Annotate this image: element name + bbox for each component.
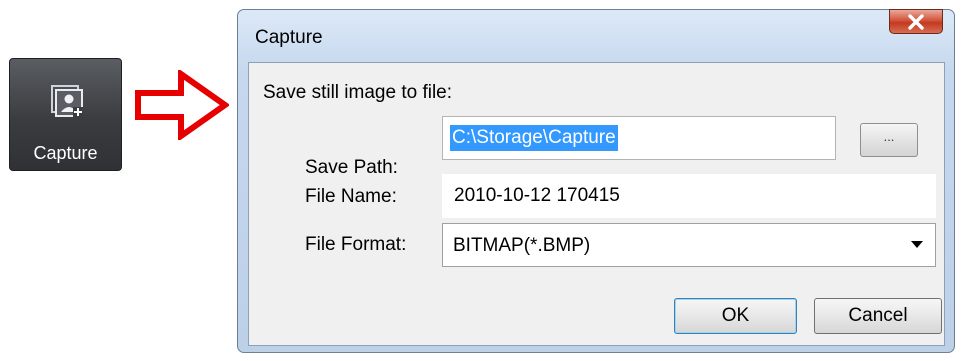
close-icon bbox=[908, 14, 924, 30]
save-path-input[interactable]: C:\Storage\Capture bbox=[442, 116, 836, 160]
file-format-label: File Format: bbox=[305, 234, 407, 255]
ok-button[interactable]: OK bbox=[674, 298, 797, 334]
save-path-value: C:\Storage\Capture bbox=[450, 125, 618, 151]
arrow-right-icon bbox=[135, 70, 229, 140]
capture-label: Capture bbox=[33, 143, 98, 163]
capture-toolbar-button[interactable]: Capture bbox=[9, 58, 122, 171]
dialog-client-area: Save still image to file: Save Path: C:\… bbox=[248, 62, 945, 346]
dialog-title: Capture bbox=[255, 27, 323, 48]
capture-icon bbox=[51, 85, 83, 117]
file-name-value: 2010-10-12 170415 bbox=[454, 185, 620, 206]
capture-dialog: Capture Save still image to file: Save P… bbox=[237, 9, 955, 353]
file-name-input[interactable]: 2010-10-12 170415 bbox=[442, 174, 936, 218]
chevron-down-icon bbox=[911, 241, 923, 248]
save-path-label: Save Path: bbox=[305, 157, 398, 178]
browse-button[interactable]: ... bbox=[860, 123, 918, 157]
close-button[interactable] bbox=[889, 9, 943, 34]
cancel-button[interactable]: Cancel bbox=[814, 298, 942, 334]
dialog-heading: Save still image to file: bbox=[263, 82, 453, 103]
file-format-value: BITMAP(*.BMP) bbox=[453, 235, 591, 256]
file-name-label: File Name: bbox=[305, 186, 397, 207]
file-format-select[interactable]: BITMAP(*.BMP) bbox=[442, 223, 936, 267]
